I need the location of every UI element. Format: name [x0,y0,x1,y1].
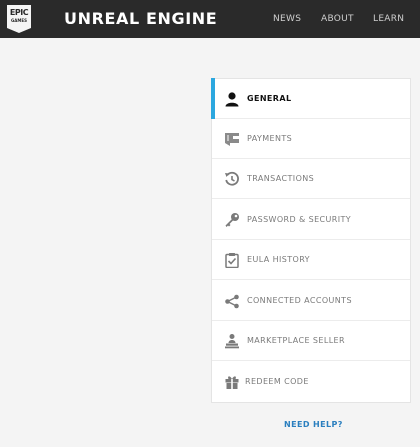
menu-item-label: GENERAL [247,94,292,103]
menu-item-label: MARKETPLACE SELLER [247,336,345,345]
user-icon [224,91,240,107]
epic-games-logo[interactable]: EPIC GAMES [7,5,31,33]
menu-item-redeem-code[interactable]: REDEEM CODE [212,362,410,402]
menu-item-marketplace-seller[interactable]: MARKETPLACE SELLER [212,321,410,361]
menu-item-connected-accounts[interactable]: CONNECTED ACCOUNTS [212,281,410,321]
logo-text-epic: EPIC [9,8,29,17]
share-icon [224,293,240,309]
menu-item-general[interactable]: GENERAL [211,78,410,119]
logo-text-games: GAMES [11,18,27,23]
menu-item-payments[interactable]: PAYMENTS [212,119,410,159]
gift-icon [224,374,240,390]
menu-item-label: EULA HISTORY [247,255,310,264]
nav-link-about[interactable]: ABOUT [321,13,354,25]
menu-item-label: REDEEM CODE [245,377,309,386]
account-settings-menu: GENERAL PAYMENTS TRANSACTIONS PASSWORD &… [211,78,411,403]
clipboard-check-icon [224,252,240,268]
menu-item-label: PAYMENTS [247,134,293,143]
site-title[interactable]: UNREAL ENGINE [64,10,217,28]
top-navigation-bar: EPIC GAMES UNREAL ENGINE NEWS ABOUT LEAR… [0,0,420,38]
wallet-icon [224,131,240,147]
key-icon [224,212,240,228]
nav-link-learn[interactable]: LEARN [373,13,404,25]
seller-icon [224,333,240,349]
menu-item-label: PASSWORD & SECURITY [247,215,352,224]
need-help-link[interactable]: NEED HELP? [284,419,343,431]
history-icon [224,171,240,187]
menu-item-transactions[interactable]: TRANSACTIONS [212,159,410,199]
menu-item-label: CONNECTED ACCOUNTS [247,296,352,305]
nav-link-news[interactable]: NEWS [273,13,301,25]
menu-item-label: TRANSACTIONS [247,174,315,183]
menu-item-eula-history[interactable]: EULA HISTORY [212,240,410,280]
menu-item-password-security[interactable]: PASSWORD & SECURITY [212,200,410,240]
